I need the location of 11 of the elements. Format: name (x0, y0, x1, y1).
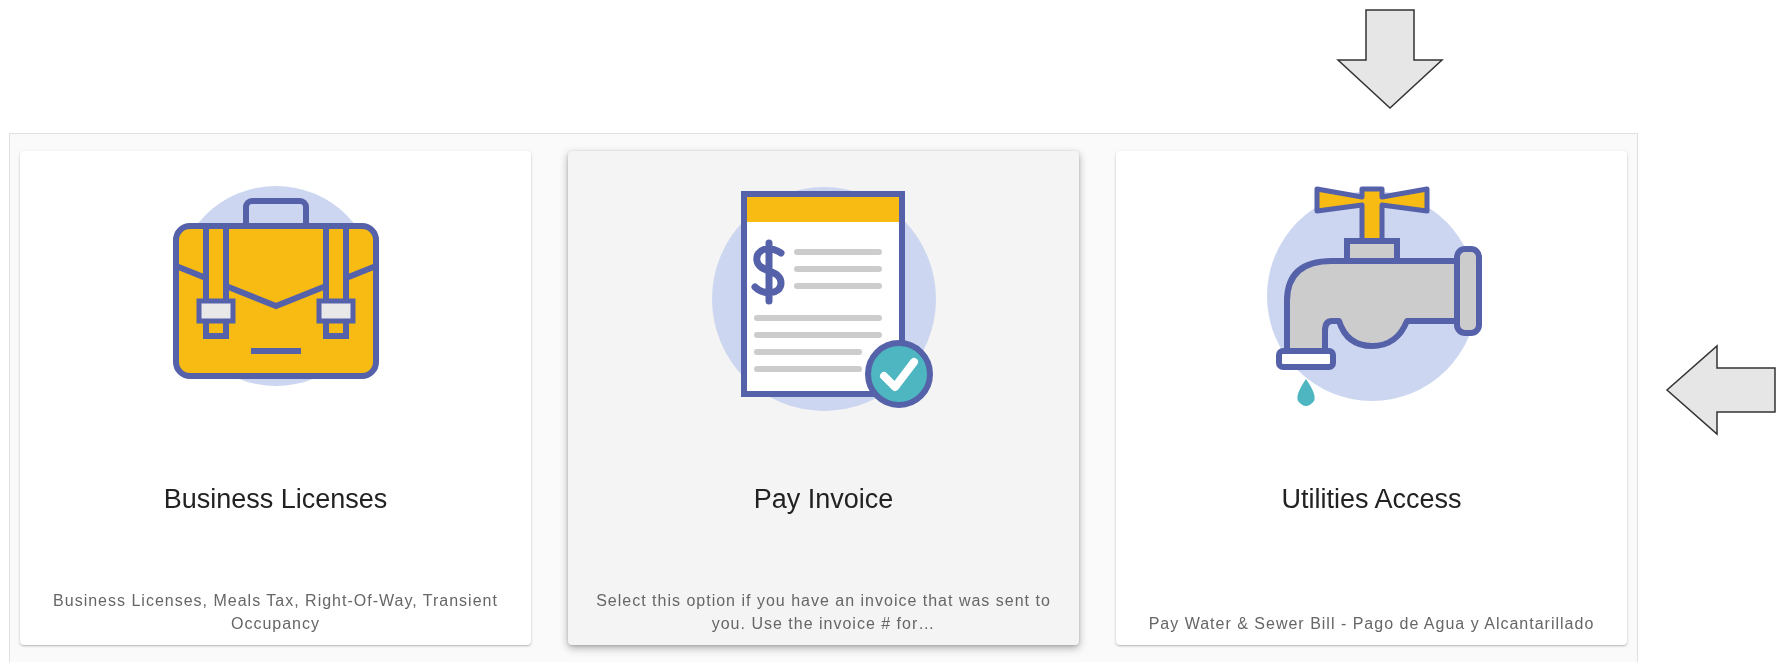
left-arrow-icon (1665, 344, 1777, 436)
card-description: Pay Water & Sewer Bill - Pago de Agua y Alcantarillado (1147, 614, 1596, 634)
card-title: Business Licenses (163, 484, 388, 515)
service-card[interactable]: Utilities Access Pay Water & Sewer Bill - Pago de Agua y Alcantarillado (1116, 151, 1627, 645)
service-card[interactable]: Pay Invoice Select this option if you have an invoice that was sent to you. Use the invoice # for… (568, 151, 1079, 645)
down-arrow-icon (1335, 8, 1445, 110)
service-card[interactable]: Business Licenses Business Licenses, Meals Tax, Right-Of-Way, Transient Occupancy (20, 151, 531, 645)
card-description: Business Licenses, Meals Tax, Right-Of-Way, Transient Occupancy (52, 591, 499, 634)
card-description: Select this option if you have an invoice that was sent to you. Use the invoice # for… (595, 591, 1052, 634)
card-title: Utilities Access (1281, 484, 1462, 515)
card-title: Pay Invoice (753, 484, 894, 515)
